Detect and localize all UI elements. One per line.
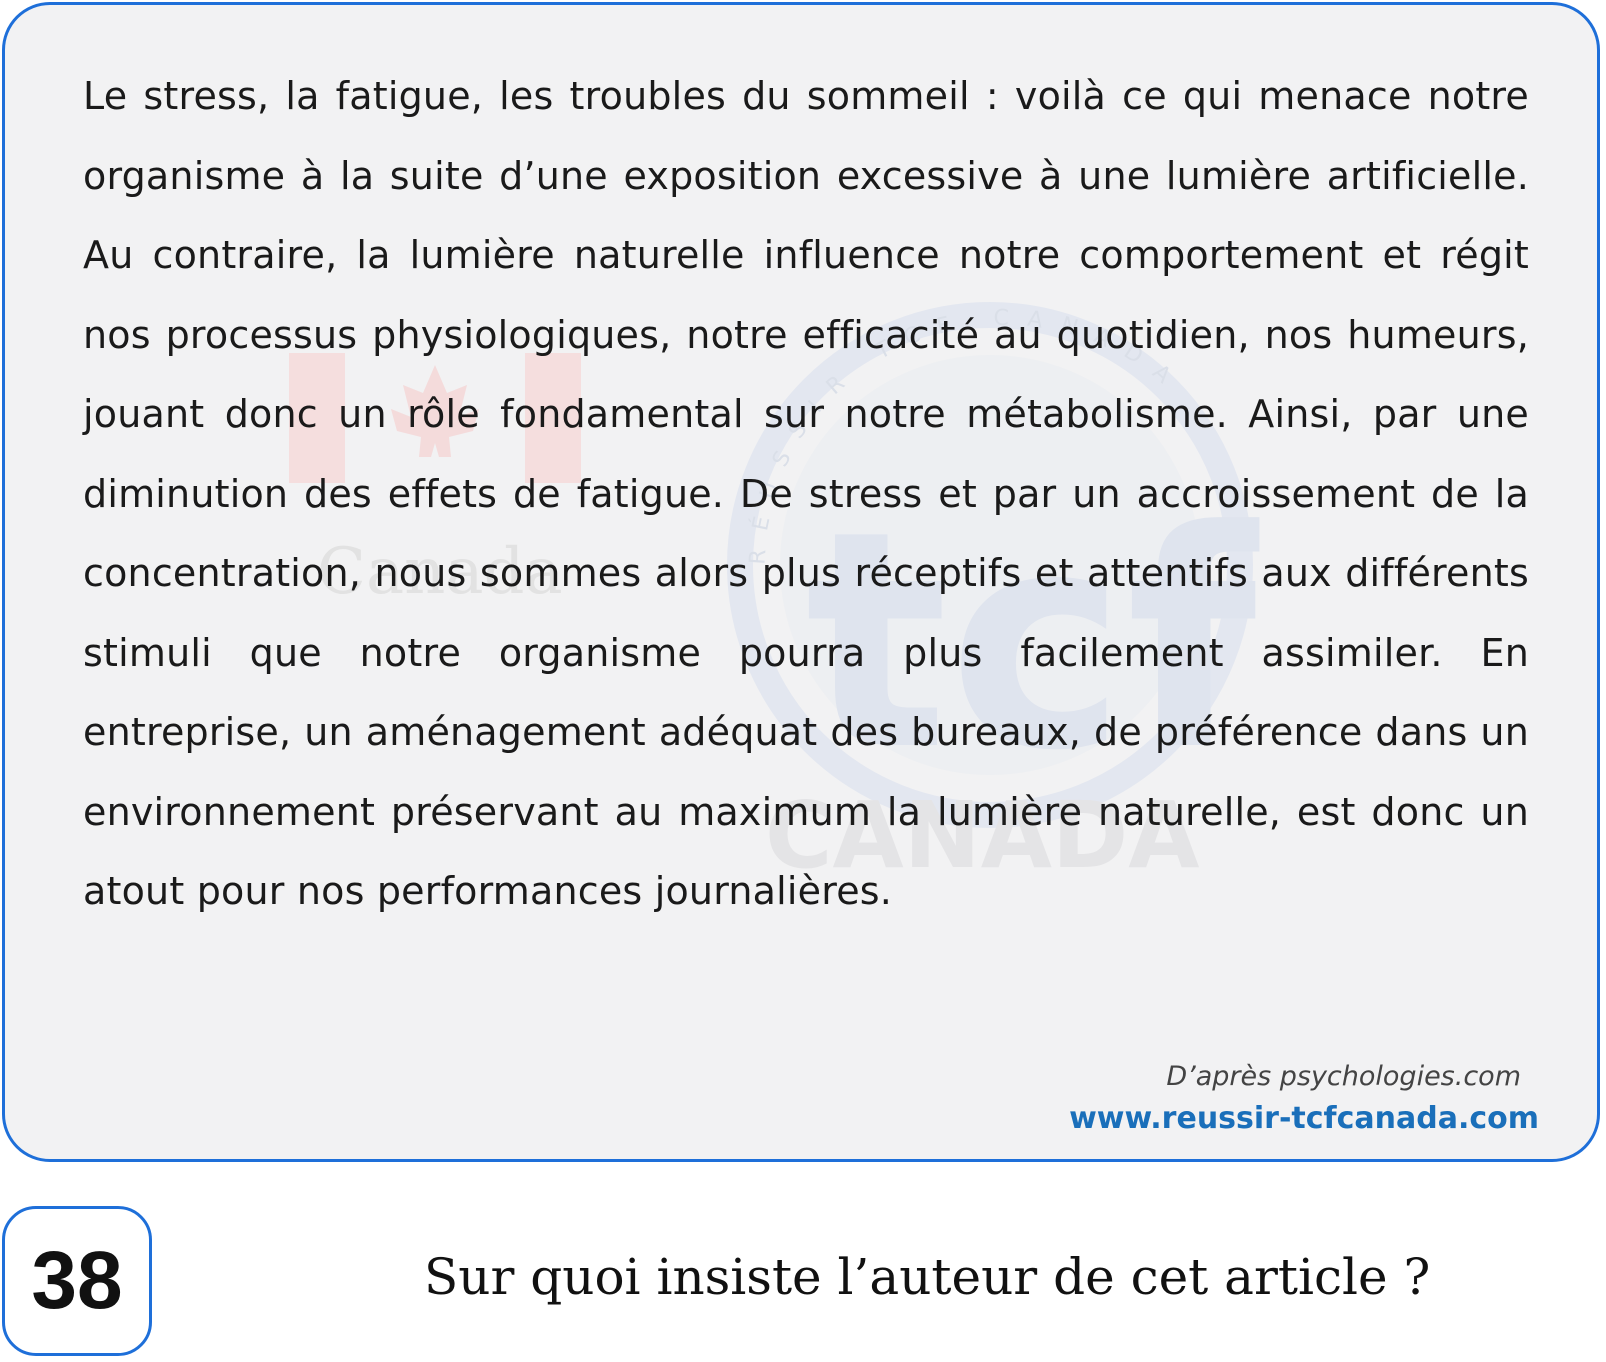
text-card: Canada RÉUSSIR TCF CANADA tcf CANADA Le … [2, 2, 1600, 1162]
question-number-badge: 38 [2, 1206, 152, 1356]
question-text: Sur quoi insiste l’auteur de cet article… [424, 1248, 1431, 1306]
source-attribution: D’après psychologies.com [1166, 1061, 1521, 1092]
website-link[interactable]: www.reussir-tcfcanada.com [1069, 1101, 1539, 1136]
reading-passage: Le stress, la fatigue, les troubles du s… [83, 74, 1529, 913]
